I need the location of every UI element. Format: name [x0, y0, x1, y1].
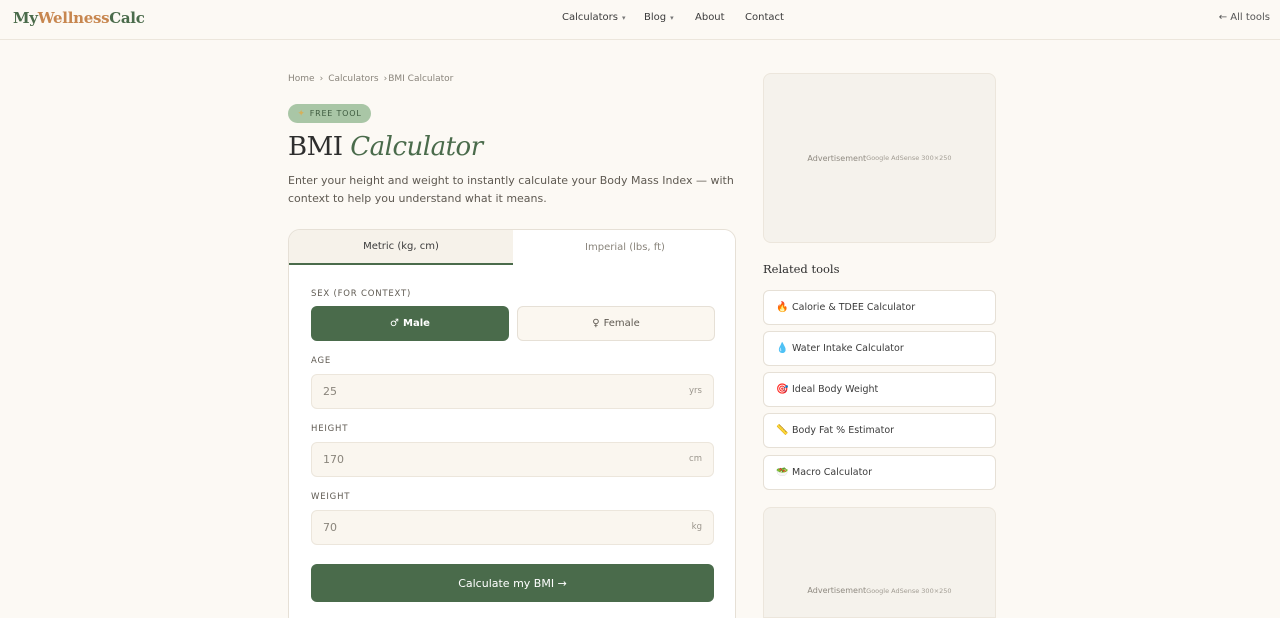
tab-imperial[interactable]: Imperial (lbs, ft) — [513, 230, 735, 265]
nav-about[interactable]: About — [695, 12, 725, 23]
ruler-icon: 📏 — [776, 425, 789, 436]
sparkle-icon: ✦ — [297, 108, 306, 119]
related-item-label: Ideal Body Weight — [792, 384, 879, 395]
nav-contact[interactable]: Contact — [745, 12, 784, 23]
breadcrumb-calculators[interactable]: Calculators — [328, 74, 378, 84]
title-italic: Calculator — [350, 132, 483, 162]
salad-icon: 🥗 — [776, 467, 789, 478]
ad-slot-bottom: Advertisement Google AdSense 300×250 — [763, 507, 996, 618]
tab-metric[interactable]: Metric (kg, cm) — [289, 230, 513, 265]
nav-calculators[interactable]: Calculators ▾ — [562, 12, 626, 23]
weight-field-wrap: kg — [311, 510, 714, 545]
chevron-down-icon: ▾ — [670, 14, 674, 22]
weight-label: WEIGHT — [311, 492, 351, 502]
weight-input[interactable] — [312, 511, 713, 544]
page-subtitle: Enter your height and weight to instantl… — [288, 174, 734, 205]
female-button[interactable]: ♀ Female — [517, 306, 715, 341]
height-unit: cm — [689, 454, 702, 464]
male-icon: ♂ — [390, 318, 400, 329]
related-macro[interactable]: 🥗 Macro Calculator — [763, 455, 996, 490]
height-label: HEIGHT — [311, 424, 349, 434]
chevron-down-icon: ▾ — [622, 14, 626, 22]
ad-size: Google AdSense 300×250 — [866, 154, 952, 162]
droplet-icon: 💧 — [776, 343, 789, 354]
nav-links: Calculators ▾ Blog ▾ About Contact — [0, 12, 1280, 28]
free-tool-badge: ✦ FREE TOOL — [288, 104, 371, 123]
age-input[interactable] — [312, 375, 713, 408]
breadcrumb-separator: › — [319, 74, 324, 84]
height-field-wrap: cm — [311, 442, 714, 477]
breadcrumb-separator: › — [383, 74, 388, 84]
age-field-wrap: yrs — [311, 374, 714, 409]
ad-size: Google AdSense 300×250 — [866, 587, 952, 595]
breadcrumb: Home › Calculators ›BMI Calculator — [288, 74, 453, 84]
ad-label: Advertisement — [807, 153, 867, 163]
related-calorie-tdee[interactable]: 🔥 Calorie & TDEE Calculator — [763, 290, 996, 325]
badge-label: FREE TOOL — [309, 109, 362, 118]
age-unit: yrs — [689, 386, 702, 396]
related-ideal-weight[interactable]: 🎯 Ideal Body Weight — [763, 372, 996, 407]
related-item-label: Macro Calculator — [792, 467, 873, 478]
nav-blog-label: Blog — [644, 12, 667, 23]
male-button[interactable]: ♂ Male — [311, 306, 509, 341]
female-icon: ♀ — [592, 318, 600, 329]
related-water-intake[interactable]: 💧 Water Intake Calculator — [763, 331, 996, 366]
related-tools-title: Related tools — [763, 262, 840, 276]
breadcrumb-current: BMI Calculator — [388, 74, 454, 84]
male-label: Male — [403, 318, 430, 329]
related-item-label: Calorie & TDEE Calculator — [792, 302, 916, 313]
page-title: BMI Calculator — [288, 132, 483, 162]
title-plain: BMI — [288, 132, 351, 162]
all-tools-link[interactable]: ← All tools — [1219, 12, 1270, 23]
ad-slot-top: Advertisement Google AdSense 300×250 — [763, 73, 996, 243]
weight-unit: kg — [691, 522, 702, 532]
related-item-label: Body Fat % Estimator — [792, 425, 895, 436]
flame-icon: 🔥 — [776, 302, 789, 313]
calculator-card: Metric (kg, cm) Imperial (lbs, ft) SEX (… — [288, 229, 736, 618]
nav-blog[interactable]: Blog ▾ — [644, 12, 674, 23]
female-label: Female — [603, 318, 640, 329]
height-input[interactable] — [312, 443, 713, 476]
target-icon: 🎯 — [776, 384, 789, 395]
sex-label: SEX (FOR CONTEXT) — [311, 289, 412, 299]
related-body-fat[interactable]: 📏 Body Fat % Estimator — [763, 413, 996, 448]
related-item-label: Water Intake Calculator — [792, 343, 904, 354]
top-nav: MyWellnessCalc Calculators ▾ Blog ▾ About … — [0, 0, 1280, 40]
calculate-bmi-button[interactable]: Calculate my BMI → — [311, 564, 714, 602]
nav-calculators-label: Calculators — [562, 12, 618, 23]
breadcrumb-home[interactable]: Home — [288, 74, 315, 84]
unit-tabs: Metric (kg, cm) Imperial (lbs, ft) — [289, 230, 735, 265]
age-label: AGE — [311, 356, 332, 366]
ad-label: Advertisement — [807, 586, 867, 595]
